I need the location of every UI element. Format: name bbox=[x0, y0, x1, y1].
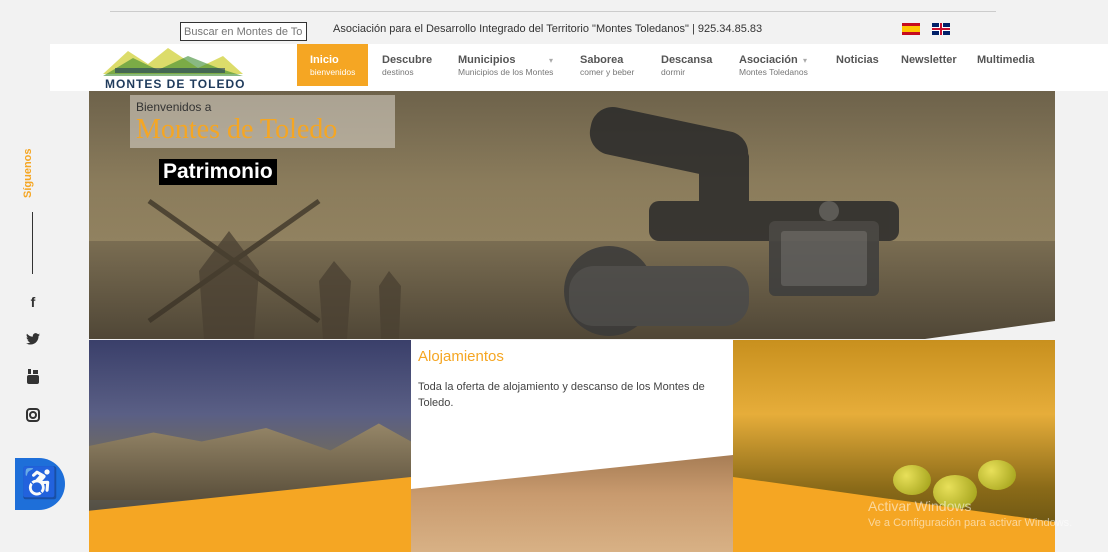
nav-label: Noticias bbox=[836, 54, 879, 66]
top-divider bbox=[110, 11, 996, 12]
nav-label: Multimedia bbox=[977, 54, 1035, 66]
nav-sublabel: Montes Toledanos bbox=[739, 67, 808, 77]
nav-label: Asociación bbox=[739, 54, 798, 66]
card-title: Alojamientos bbox=[418, 348, 504, 365]
hero-tag: Patrimonio bbox=[159, 159, 277, 185]
nav-inicio[interactable]: Inicio bienvenidos bbox=[297, 44, 368, 86]
follow-us-label: Síguenos bbox=[22, 148, 34, 198]
nav-sublabel: comer y beber bbox=[580, 67, 635, 77]
logo-text: MONTES DE TOLEDO bbox=[105, 77, 246, 91]
facebook-icon[interactable]: f bbox=[24, 293, 42, 311]
nav-newsletter[interactable]: Newsletter bbox=[901, 44, 957, 86]
nav-label: Inicio bbox=[310, 54, 339, 66]
nav-label: Saborea bbox=[580, 54, 624, 66]
hero-corner-cut bbox=[925, 321, 1055, 339]
nav-label: Descubre bbox=[382, 54, 433, 66]
olive bbox=[978, 460, 1016, 490]
nav-noticias[interactable]: Noticias bbox=[836, 44, 879, 86]
twitter-icon[interactable] bbox=[24, 331, 42, 349]
card-city-image[interactable] bbox=[89, 340, 411, 552]
uk-flag-icon[interactable] bbox=[932, 23, 950, 35]
hero-title: Montes de Toledo bbox=[136, 114, 338, 145]
nav-asociacion[interactable]: Asociación Montes Toledanos bbox=[739, 44, 808, 86]
association-info: Asociación para el Desarrollo Integrado … bbox=[333, 23, 763, 35]
nav-sublabel: destinos bbox=[382, 67, 414, 77]
chevron-down-icon: ▾ bbox=[803, 56, 808, 65]
nav-label: Descansa bbox=[661, 54, 713, 66]
search-input[interactable] bbox=[180, 22, 307, 41]
welcome-subtitle: Bienvenidos a bbox=[136, 100, 212, 114]
sidebar-divider bbox=[32, 212, 33, 274]
accessibility-icon[interactable]: ♿ bbox=[15, 458, 65, 510]
windows-watermark: Activar Windows bbox=[868, 498, 972, 514]
nav-sublabel: bienvenidos bbox=[310, 67, 356, 77]
nav-sublabel: Municipios de los Montes bbox=[458, 67, 554, 77]
nav-descubre[interactable]: Descubre destinos bbox=[382, 44, 432, 86]
card-accent bbox=[733, 477, 1055, 552]
nav-municipios[interactable]: Municipios Municipios de los Montes bbox=[458, 44, 553, 86]
nav-label: Newsletter bbox=[901, 54, 957, 66]
card-description: Toda la oferta de alojamiento y descanso… bbox=[418, 381, 705, 409]
olive bbox=[893, 465, 931, 495]
nav-label: Municipios bbox=[458, 54, 516, 66]
nav-saborea[interactable]: Saborea comer y beber bbox=[580, 44, 634, 86]
chevron-down-icon: ▾ bbox=[549, 56, 554, 65]
card-alojamientos[interactable]: Alojamientos Toda la oferta de alojamien… bbox=[411, 340, 733, 552]
spanish-flag-icon[interactable] bbox=[902, 23, 920, 35]
room-image bbox=[411, 455, 733, 552]
nav-multimedia[interactable]: Multimedia bbox=[977, 44, 1034, 86]
nav-sublabel: dormir bbox=[661, 67, 686, 77]
windows-watermark-sub: Ve a Configuración para activar Windows. bbox=[868, 517, 1073, 529]
nav-descansa[interactable]: Descansa dormir bbox=[661, 44, 712, 86]
instagram-icon[interactable] bbox=[24, 408, 42, 426]
youtube-icon[interactable] bbox=[24, 369, 42, 387]
